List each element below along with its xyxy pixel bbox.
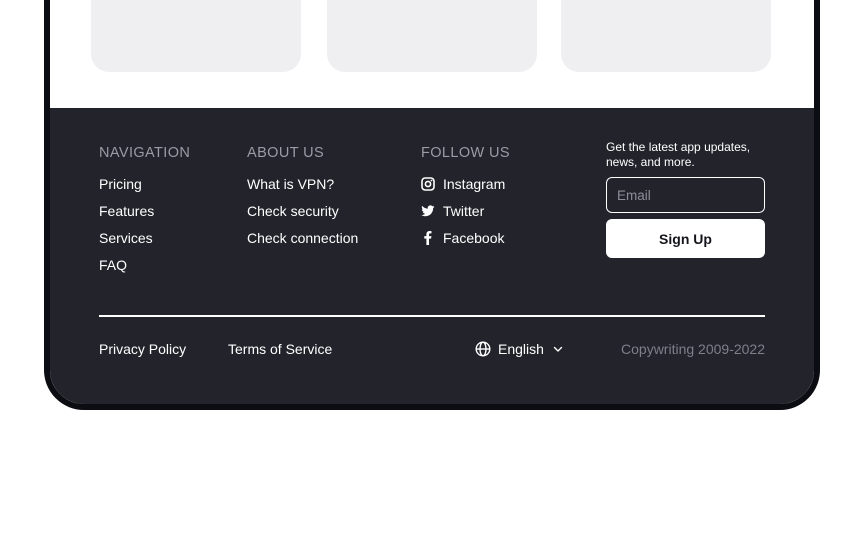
nav-link-faq[interactable]: FAQ <box>99 257 127 273</box>
about-link-check-connection[interactable]: Check connection <box>247 230 358 246</box>
language-label: English <box>498 341 544 357</box>
copyright-text: Copywriting 2009-2022 <box>621 341 765 357</box>
twitter-icon <box>421 205 435 217</box>
about-link-check-security[interactable]: Check security <box>247 203 339 219</box>
privacy-policy-link[interactable]: Privacy Policy <box>99 341 186 357</box>
email-field[interactable] <box>606 177 765 213</box>
instagram-label: Instagram <box>443 176 506 192</box>
facebook-label: Facebook <box>443 230 505 246</box>
footer: NAVIGATION Pricing Features Services FAQ… <box>50 108 814 404</box>
about-heading: ABOUT US <box>247 145 325 161</box>
nav-link-pricing[interactable]: Pricing <box>99 176 142 192</box>
content-card <box>561 0 771 72</box>
signup-button[interactable]: Sign Up <box>606 219 765 258</box>
content-card <box>91 0 301 72</box>
twitter-label: Twitter <box>443 203 485 219</box>
follow-heading: FOLLOW US <box>421 145 510 161</box>
chevron-down-icon <box>553 346 563 352</box>
globe-icon <box>475 341 491 357</box>
terms-of-service-link[interactable]: Terms of Service <box>228 341 332 357</box>
social-link-facebook[interactable]: Facebook <box>421 230 504 246</box>
footer-divider <box>99 315 765 317</box>
newsletter-text: Get the latest app updates, news, and mo… <box>606 140 751 169</box>
about-link-what-is-vpn[interactable]: What is VPN? <box>247 176 334 192</box>
content-card <box>327 0 537 72</box>
nav-link-features[interactable]: Features <box>99 203 154 219</box>
nav-link-services[interactable]: Services <box>99 230 153 246</box>
social-link-twitter[interactable]: Twitter <box>421 203 484 219</box>
facebook-icon <box>424 231 432 245</box>
social-link-instagram[interactable]: Instagram <box>421 176 505 192</box>
instagram-icon <box>421 177 435 191</box>
device-frame: NAVIGATION Pricing Features Services FAQ… <box>44 0 820 410</box>
navigation-heading: NAVIGATION <box>99 145 191 161</box>
language-selector[interactable]: English <box>475 341 565 357</box>
